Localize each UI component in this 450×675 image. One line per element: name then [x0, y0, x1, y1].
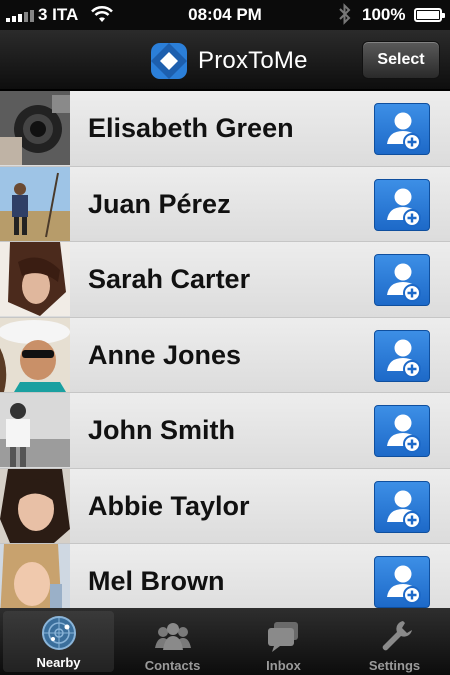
people-icon — [154, 623, 191, 650]
tab-label: Inbox — [266, 658, 301, 673]
add-contact-button[interactable] — [374, 254, 430, 306]
contact-name: Anne Jones — [88, 339, 242, 370]
add-person-icon — [387, 565, 421, 604]
contact-name: Mel Brown — [88, 566, 225, 596]
proxtome-logo-icon — [151, 43, 187, 79]
contact-row[interactable]: Anne Jones — [0, 317, 450, 393]
avatar — [0, 544, 70, 608]
contact-row[interactable]: Elisabeth Green — [0, 91, 450, 167]
tab-inbox[interactable]: Inbox — [228, 608, 339, 675]
contact-name: John Smith — [88, 415, 235, 445]
avatar — [0, 317, 70, 392]
add-person-icon — [387, 188, 421, 227]
radar-icon — [41, 616, 76, 650]
contact-row[interactable]: Abbie Taylor — [0, 468, 450, 544]
contact-name: Juan Pérez — [88, 188, 231, 219]
tab-label: Nearby — [36, 655, 81, 670]
nearby-people-list: Elisabeth Green Juan Pérez Sarah Carter Ann… — [0, 91, 450, 608]
add-person-icon — [387, 339, 421, 378]
add-person-icon — [387, 263, 421, 302]
tab-settings[interactable]: Settings — [339, 608, 450, 675]
bluetooth-icon — [338, 3, 352, 30]
add-contact-button[interactable] — [374, 178, 430, 231]
tab-label: Contacts — [144, 658, 201, 673]
chat-bubbles-icon — [267, 622, 298, 652]
battery-percentage: 100% — [362, 5, 406, 24]
add-contact-button[interactable] — [374, 556, 430, 608]
contact-name: Abbie Taylor — [88, 490, 250, 521]
navigation-bar: ProxToMe Select — [0, 30, 450, 90]
status-bar: 3 ITA 08:04 PM 100% — [0, 0, 450, 30]
app-title: ProxToMe — [198, 47, 308, 74]
tab-contacts[interactable]: Contacts — [117, 608, 228, 675]
avatar — [0, 393, 70, 467]
contact-name: Elisabeth Green — [88, 113, 294, 143]
add-person-icon — [387, 112, 421, 151]
add-contact-button[interactable] — [374, 329, 430, 382]
wrench-icon — [382, 621, 412, 651]
contact-row[interactable]: Juan Pérez — [0, 166, 450, 242]
add-contact-button[interactable] — [374, 480, 430, 533]
avatar — [0, 242, 70, 316]
tab-nearby[interactable]: Nearby — [3, 611, 114, 672]
select-button[interactable]: Select — [362, 41, 440, 79]
add-person-icon — [387, 490, 421, 529]
tab-label: Settings — [368, 658, 421, 673]
add-person-icon — [387, 414, 421, 453]
add-contact-button[interactable] — [374, 103, 430, 155]
contact-row[interactable]: Mel Brown — [0, 544, 450, 608]
contact-row[interactable]: John Smith — [0, 393, 450, 469]
battery-icon — [414, 8, 445, 22]
app-logo: ProxToMe — [148, 40, 308, 82]
tab-bar: Nearby Contacts Inbox Settings — [0, 608, 450, 675]
contact-row[interactable]: Sarah Carter — [0, 242, 450, 318]
avatar — [0, 91, 70, 165]
contact-name: Sarah Carter — [88, 264, 251, 294]
avatar — [0, 468, 70, 543]
add-contact-button[interactable] — [374, 405, 430, 457]
avatar — [0, 166, 70, 241]
